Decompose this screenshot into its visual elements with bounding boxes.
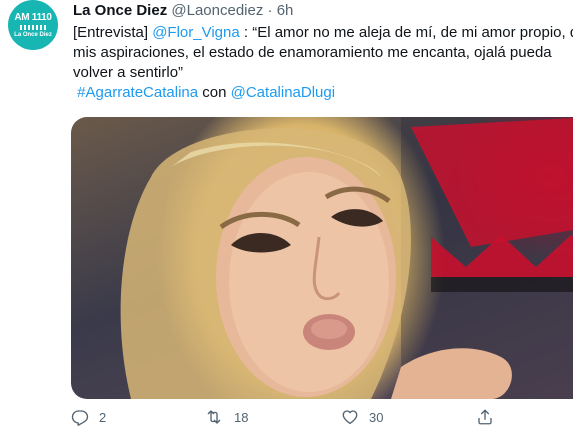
- avatar-brand: La Once Diez: [14, 31, 52, 38]
- retweet-count: 18: [234, 409, 249, 425]
- avatar-text: AM 1110: [14, 11, 52, 23]
- tweet-line-4: #AgarrateCatalina con @CatalinaDlugi: [73, 83, 573, 103]
- tweet-line-1-rest: : “El amor no me aleja de mí, de mi amor…: [239, 24, 573, 41]
- tweet-text: [Entrevista] @Flor_Vigna : “El amor no m…: [73, 23, 573, 103]
- like-icon: [341, 408, 359, 426]
- timestamp[interactable]: 6h: [277, 2, 294, 19]
- tweet-header: La Once Diez @Laoncediez · 6h: [73, 1, 293, 21]
- display-name[interactable]: La Once Diez: [73, 2, 167, 19]
- share-icon: [476, 408, 494, 426]
- hashtag[interactable]: #AgarrateCatalina: [77, 84, 198, 101]
- retweet-button[interactable]: 18: [204, 408, 248, 426]
- tweet-actions: 2 18 30: [71, 408, 571, 433]
- avatar[interactable]: AM 1110 La Once Diez: [8, 0, 58, 50]
- photo-illustration: [120, 117, 573, 399]
- reply-button[interactable]: 2: [71, 408, 106, 426]
- tweet-line-1: [Entrevista] @Flor_Vigna : “El amor no m…: [73, 23, 573, 43]
- tweet-photo[interactable]: [71, 117, 573, 399]
- mention-catalina[interactable]: @CatalinaDlugi: [231, 84, 335, 101]
- tweet-line-2: mis aspiraciones, el estado de enamorami…: [73, 44, 552, 61]
- separator: ·: [267, 2, 273, 19]
- avatar-bars-graphic: [20, 24, 46, 30]
- like-count: 30: [369, 409, 384, 425]
- handle[interactable]: @Laoncediez: [171, 2, 263, 19]
- retweet-icon: [204, 408, 224, 426]
- tweet[interactable]: AM 1110 La Once Diez La Once Diez @Laonc…: [0, 0, 573, 433]
- reply-count: 2: [99, 409, 107, 425]
- con-text: con: [198, 84, 231, 101]
- mention-flor[interactable]: @Flor_Vigna: [152, 24, 240, 41]
- like-button[interactable]: 30: [341, 408, 383, 426]
- reply-icon: [71, 408, 89, 426]
- tweet-line-3: volver a sentirlo”: [73, 64, 184, 81]
- tweet-prefix: [Entrevista]: [73, 24, 153, 41]
- share-button[interactable]: [476, 408, 494, 426]
